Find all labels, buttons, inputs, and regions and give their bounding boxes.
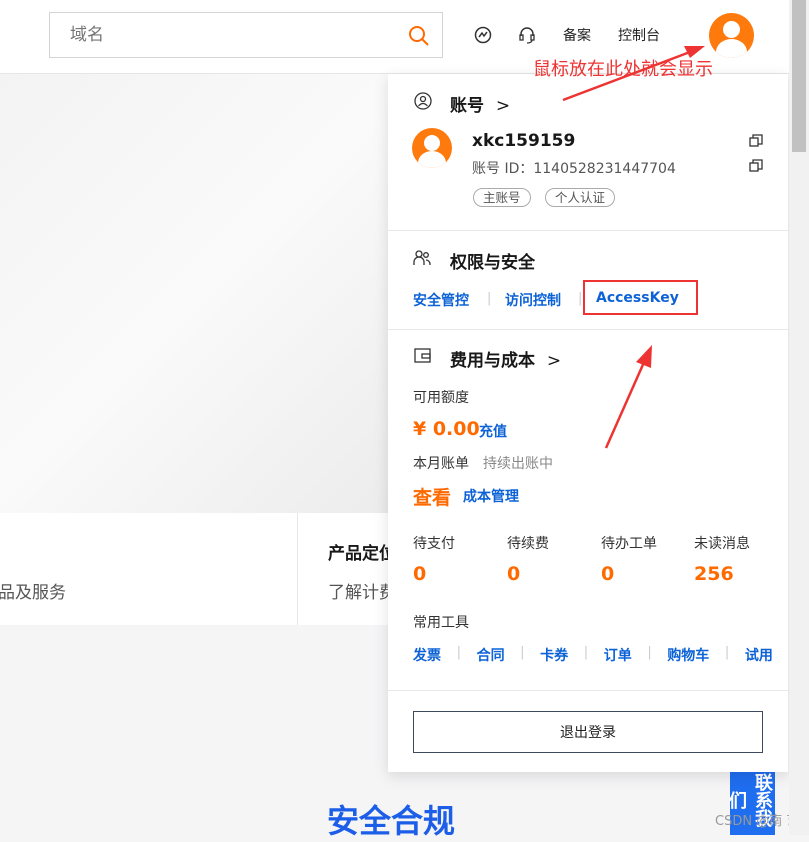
search-icon[interactable] (408, 25, 430, 47)
orders-link[interactable]: 订单 (604, 645, 632, 665)
annotation-text: 鼠标放在此处就会显示 (533, 59, 713, 80)
invoice-link[interactable]: 发票 (413, 645, 441, 665)
watermark: CSDN @南 艺 (715, 814, 800, 829)
balance: ¥ 0.00 (413, 418, 480, 440)
beian-link[interactable]: 备案 (563, 25, 591, 45)
billing-title[interactable]: 费用与成本 > (450, 346, 561, 371)
separator: | (578, 291, 583, 306)
account-dropdown-panel: 账号 > xkc159159 账号 ID：1140528231447704 主账… (388, 74, 788, 772)
user-avatar[interactable] (709, 13, 754, 58)
bill-status: 持续出账中 (483, 456, 553, 472)
chevron-right-icon: > (546, 351, 562, 371)
search-input[interactable] (50, 13, 380, 57)
verified-tag[interactable]: 个人认证 (545, 188, 616, 207)
section-title: 安全合规 (327, 802, 456, 840)
separator: | (487, 291, 492, 306)
tools-links: 发票 | 合同 | 卡券 | 订单 | 购物车 | 试用 (413, 645, 773, 665)
logout-button[interactable]: 退出登录 (413, 711, 763, 753)
headset-icon[interactable] (518, 26, 536, 44)
card-title[interactable]: 产品定位 (328, 539, 396, 564)
username: xkc159159 (472, 131, 576, 151)
security-title: 权限与安全 (450, 253, 535, 273)
cost-management-link[interactable]: 成本管理 (463, 486, 519, 506)
bill-label: 本月账单 (413, 456, 469, 472)
account-id: 账号 ID：1140528231447704 (472, 161, 676, 177)
security-control-link[interactable]: 安全管控 (413, 290, 469, 310)
users-icon (413, 250, 431, 265)
card-desc: 品及服务 (0, 583, 66, 603)
wallet-icon (414, 348, 431, 363)
cart-link[interactable]: 购物车 (667, 645, 709, 665)
copy-icon[interactable] (749, 134, 763, 148)
trial-link[interactable]: 试用 (745, 645, 773, 665)
available-label: 可用额度 (413, 390, 469, 406)
coupon-link[interactable]: 卡券 (540, 645, 568, 665)
divider (388, 230, 788, 231)
highlight-box (583, 280, 698, 315)
stat-pending-tickets[interactable]: 待办工单 0 (601, 533, 657, 585)
stat-unread-messages[interactable]: 未读消息 256 (694, 533, 750, 585)
dashboard-icon[interactable] (474, 26, 492, 44)
search-box (49, 12, 443, 58)
contract-link[interactable]: 合同 (477, 645, 505, 665)
user-circle-icon (414, 92, 432, 110)
product-cards: 品及服务 产品定位 了解计费 (0, 513, 396, 625)
hero-image (0, 74, 388, 513)
card-desc: 了解计费 (328, 583, 396, 603)
account-avatar (412, 128, 452, 168)
stat-pending-payment[interactable]: 待支付 0 (413, 533, 455, 585)
stat-pending-renewal[interactable]: 待续费 0 (507, 533, 549, 585)
chevron-right-icon: > (495, 96, 511, 116)
tools-title: 常用工具 (413, 615, 469, 631)
divider (388, 690, 788, 691)
main-account-tag: 主账号 (473, 188, 531, 207)
copy-icon[interactable] (749, 159, 763, 173)
divider (388, 329, 788, 330)
view-bill-link[interactable]: 查看 (413, 483, 451, 510)
console-link[interactable]: 控制台 (618, 25, 660, 45)
access-control-link[interactable]: 访问控制 (505, 290, 561, 310)
account-title[interactable]: 账号 > (450, 91, 510, 116)
scrollbar-thumb[interactable] (792, 0, 806, 152)
recharge-link[interactable]: 充值 (479, 421, 507, 441)
